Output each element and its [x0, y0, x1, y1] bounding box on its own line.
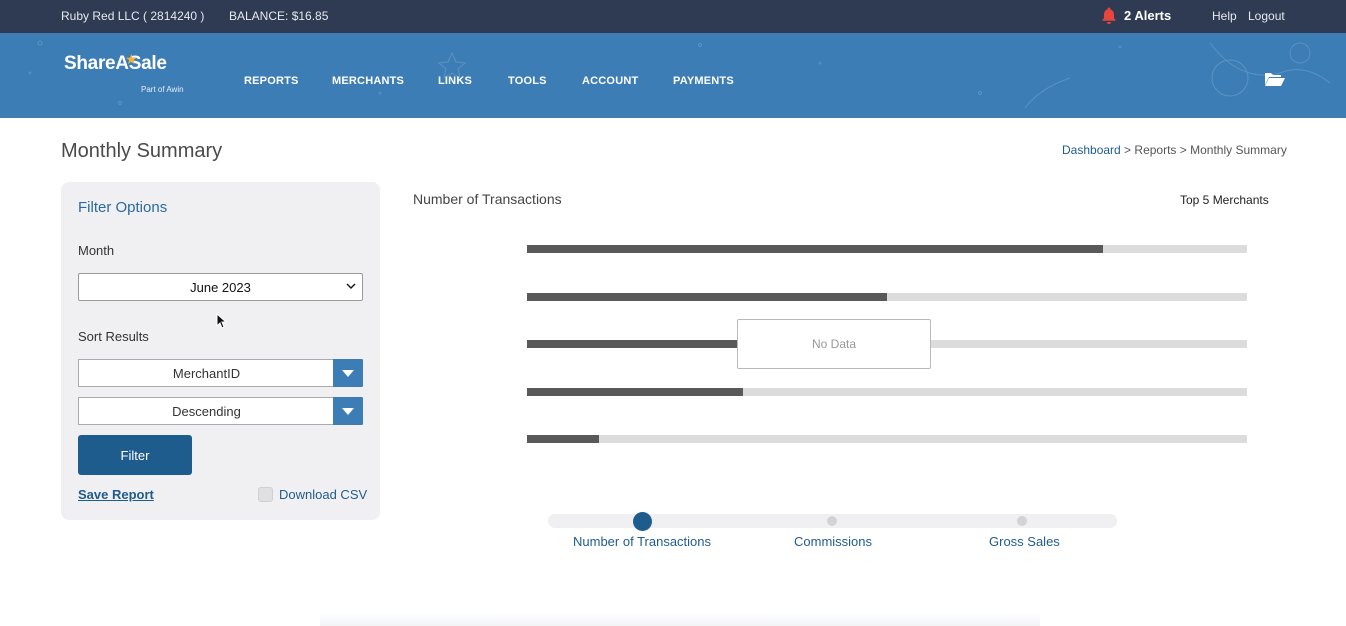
nav-tools[interactable]: TOOLS: [508, 75, 547, 87]
sort-order-dropdown-button[interactable]: [333, 397, 363, 425]
breadcrumb-separator: >: [1176, 143, 1191, 157]
chart-title: Number of Transactions: [413, 191, 562, 207]
breadcrumb-current: Monthly Summary: [1190, 143, 1287, 157]
caret-down-icon: [342, 370, 354, 377]
logo-text: ShareASale: [64, 53, 167, 74]
logout-link[interactable]: Logout: [1248, 9, 1285, 23]
save-report-link[interactable]: Save Report: [78, 487, 154, 502]
month-select[interactable]: June 2023: [78, 273, 363, 301]
nav-account[interactable]: ACCOUNT: [582, 75, 638, 87]
bell-icon: [1102, 7, 1116, 24]
logo-subtext: Part of Awin: [141, 85, 184, 94]
nav-reports[interactable]: REPORTS: [244, 75, 299, 87]
bar-fill: [527, 388, 743, 396]
sort-order-value: Descending: [172, 404, 241, 419]
download-csv-checkbox[interactable]: [258, 487, 273, 502]
metric-dot-transactions[interactable]: [633, 512, 652, 531]
nav-payments[interactable]: PAYMENTS: [673, 75, 734, 87]
sort-results-label: Sort Results: [78, 329, 149, 344]
merchant-bar-4: [527, 388, 1247, 396]
alerts-label: 2 Alerts: [1124, 7, 1172, 23]
mouse-cursor-icon: [216, 313, 227, 329]
no-data-tooltip: No Data: [737, 319, 931, 369]
merchant-bar-1: [527, 245, 1247, 253]
breadcrumb-reports: Reports: [1134, 143, 1177, 157]
main-header: ★ ShareASale Part of Awin REPORTS MERCHA…: [0, 33, 1346, 118]
metric-dot-commissions[interactable]: [827, 516, 837, 526]
account-name: Ruby Red LLC ( 2814240 ): [61, 9, 205, 23]
bar-fill: [527, 293, 887, 301]
sort-by-value: MerchantID: [172, 366, 241, 381]
caret-down-icon: [342, 408, 354, 415]
month-label: Month: [78, 243, 115, 258]
download-csv-label[interactable]: Download CSV: [279, 487, 367, 502]
bar-fill: [527, 245, 1103, 253]
merchant-bar-5: [527, 435, 1247, 443]
top-bar: Ruby Red LLC ( 2814240 ) BALANCE: $16.85…: [0, 0, 1346, 33]
tab-commissions[interactable]: Commissions: [794, 534, 872, 549]
chevron-down-icon: [346, 283, 356, 289]
nav-merchants[interactable]: MERCHANTS: [332, 75, 404, 87]
breadcrumb-separator: >: [1120, 143, 1135, 157]
nav-links[interactable]: LINKS: [438, 75, 472, 87]
help-link[interactable]: Help: [1212, 9, 1237, 23]
metric-dot-gross-sales[interactable]: [1017, 516, 1027, 526]
sharesale-logo[interactable]: ★ ShareASale Part of Awin: [64, 51, 184, 94]
filter-panel-title: Filter Options: [78, 199, 168, 216]
month-select-value: June 2023: [190, 279, 251, 295]
section-shadow: [320, 612, 1040, 626]
sort-order-dropdown[interactable]: Descending: [78, 397, 363, 425]
merchant-bar-2: [527, 293, 1247, 301]
page-title: Monthly Summary: [61, 140, 223, 162]
sort-by-dropdown-button[interactable]: [333, 359, 363, 387]
filter-panel: Filter Options Month June 2023 Sort Resu…: [61, 182, 380, 520]
bar-fill: [527, 435, 599, 443]
tab-gross-sales[interactable]: Gross Sales: [989, 534, 1060, 549]
tab-number-of-transactions[interactable]: Number of Transactions: [573, 534, 711, 549]
alerts-link[interactable]: 2 Alerts: [1100, 6, 1171, 24]
no-data-text: No Data: [811, 337, 857, 351]
sort-by-dropdown[interactable]: MerchantID: [78, 359, 363, 387]
folder-open-icon[interactable]: [1264, 71, 1285, 87]
account-balance: BALANCE: $16.85: [229, 9, 329, 23]
top-merchants-label: Top 5 Merchants: [1180, 193, 1269, 207]
star-icon: ★: [125, 51, 138, 67]
breadcrumb: Dashboard > Reports > Monthly Summary: [1062, 143, 1287, 157]
bar-fill: [527, 340, 743, 348]
breadcrumb-dashboard[interactable]: Dashboard: [1062, 143, 1121, 157]
filter-button[interactable]: Filter: [78, 435, 192, 475]
